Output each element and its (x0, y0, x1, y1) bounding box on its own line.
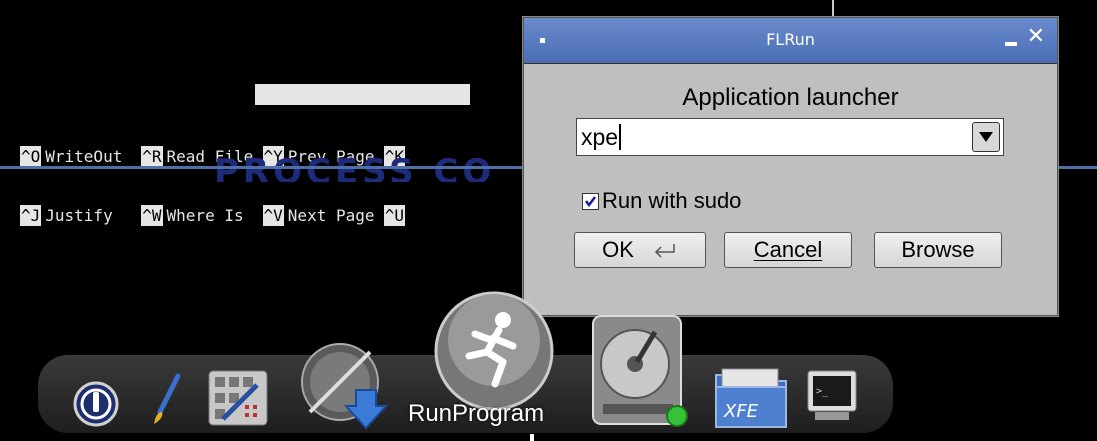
sudo-label: Run with sudo (602, 188, 742, 213)
browse-button[interactable]: Browse (874, 232, 1002, 268)
title-bar[interactable]: FLRun ✕ (524, 18, 1057, 64)
dock-hover-label: RunProgram (408, 400, 545, 427)
cancel-button[interactable]: Cancel (724, 232, 852, 268)
install-download-icon[interactable] (298, 340, 390, 432)
cursor-marker (530, 434, 534, 441)
control-panel-icon[interactable] (205, 367, 271, 429)
minimize-icon[interactable] (1005, 42, 1017, 46)
sudo-checkbox[interactable] (582, 192, 599, 210)
command-combobox[interactable]: xpe (576, 118, 1004, 156)
checkmark-icon (585, 195, 596, 207)
shortcut-where-is: ^W Where Is (141, 205, 244, 226)
paint-brush-icon[interactable] (148, 372, 184, 428)
shortcut-writeout: ^O WriteOut (20, 146, 123, 167)
terminal-icon[interactable]: >_ (805, 368, 859, 424)
svg-text:XFE: XFE (723, 401, 759, 422)
power-icon[interactable] (72, 380, 120, 428)
xfe-folder-icon[interactable]: XFE (712, 365, 792, 431)
shortcut-next-page: ^V Next Page (262, 205, 375, 226)
shortcut-uncut: ^U (383, 205, 406, 226)
command-input[interactable]: xpe (581, 124, 622, 151)
window-title: FLRun (766, 30, 815, 49)
svg-text:>_: >_ (816, 386, 829, 397)
close-icon[interactable]: ✕ (1027, 26, 1045, 48)
shortcut-justify: ^J Justify (20, 205, 113, 226)
chevron-down-icon (979, 132, 993, 142)
ok-button[interactable]: OK (574, 232, 706, 268)
run-program-icon[interactable] (433, 290, 555, 412)
dialog-heading: Application launcher (682, 84, 899, 111)
history-dropdown-button[interactable] (972, 122, 1000, 152)
status-message: [ Read 3 lines ] (255, 84, 470, 126)
window-edge (832, 0, 834, 18)
text-cursor (619, 124, 622, 150)
flrun-dialog: FLRun ✕ Application launcher xpe Run wit… (523, 17, 1058, 316)
hard-drive-icon[interactable] (585, 312, 695, 430)
return-key-icon (654, 244, 675, 258)
shortcut-bar: ^O WriteOut ^R Read File ^Y Prev Page ^K ^J… (20, 108, 409, 264)
shortcut-row-2: ^J Justify ^W Where Is ^V Next Page ^U (20, 205, 409, 226)
sudo-option[interactable]: Run with sudo (582, 188, 741, 214)
